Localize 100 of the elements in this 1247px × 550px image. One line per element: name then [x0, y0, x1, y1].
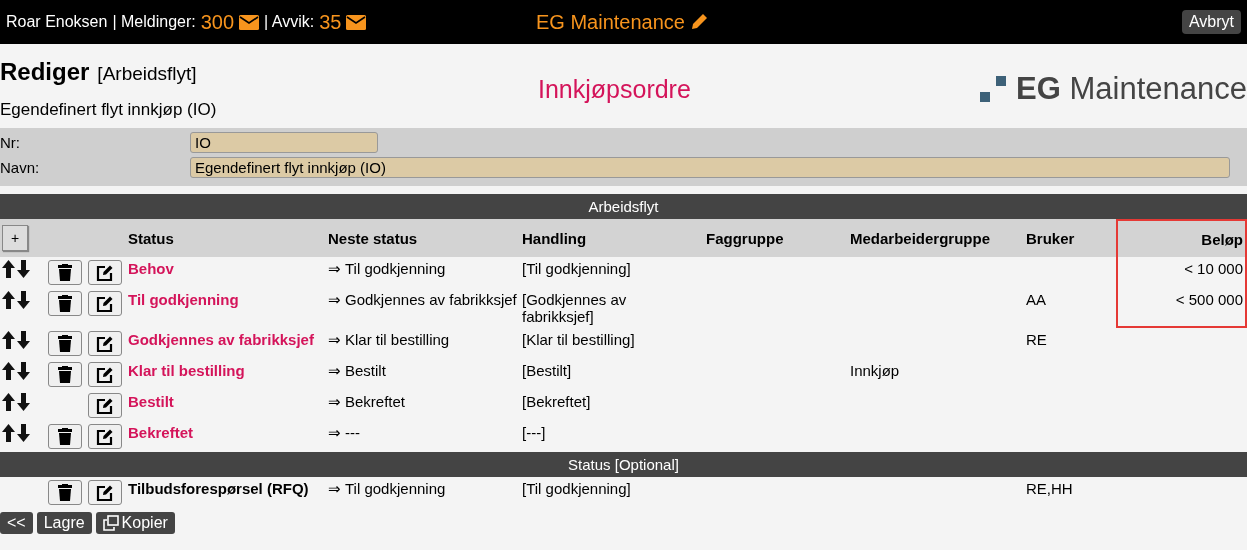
- up-arrow-icon[interactable]: [2, 362, 15, 380]
- back-button[interactable]: <<: [0, 512, 33, 534]
- status-link[interactable]: Behov: [128, 260, 174, 277]
- copy-icon: [102, 515, 119, 531]
- table-cell: [---]: [522, 424, 546, 441]
- up-arrow-icon[interactable]: [2, 260, 15, 278]
- delete-button[interactable]: [48, 480, 82, 505]
- table-cell: [Til godkjenning]: [522, 260, 631, 277]
- arrow-symbol: ⇒: [328, 331, 341, 349]
- page-title: Rediger: [0, 58, 90, 86]
- table-cell: [Bestilt]: [522, 362, 572, 379]
- edit-icon: [96, 483, 114, 502]
- column-header: Status: [128, 229, 174, 247]
- logo-text: EG Maintenance: [1016, 71, 1247, 107]
- up-arrow-icon[interactable]: [2, 291, 15, 309]
- edit-icon: [96, 263, 114, 282]
- column-header: Bruker: [1026, 229, 1075, 247]
- delete-button[interactable]: [48, 331, 82, 356]
- column-header: Beløp: [1201, 230, 1243, 248]
- up-arrow-icon[interactable]: [2, 424, 15, 442]
- delete-button[interactable]: [48, 291, 82, 316]
- status-link[interactable]: Klar til bestilling: [128, 362, 245, 379]
- table-cell: Til godkjenning: [345, 480, 446, 498]
- edit-button[interactable]: [88, 291, 122, 316]
- copy-button[interactable]: Kopier: [95, 512, 175, 534]
- counter-label: | Meldinger:: [112, 13, 196, 31]
- table-cell: Klar til bestilling: [345, 331, 450, 349]
- section-header: Status [Optional]: [0, 452, 1247, 477]
- arrow-symbol: ⇒: [328, 393, 341, 411]
- status-link[interactable]: Til godkjenning: [128, 291, 239, 308]
- table-cell: Bestilt: [345, 362, 386, 380]
- save-button[interactable]: Lagre: [36, 512, 92, 534]
- table-cell: Innkjøp: [850, 362, 900, 379]
- down-arrow-icon[interactable]: [17, 260, 30, 278]
- counter-label: | Avvik:: [264, 13, 315, 31]
- table-cell: [Til godkjenning]: [522, 480, 631, 497]
- delete-button[interactable]: [48, 260, 82, 285]
- down-arrow-icon[interactable]: [17, 362, 30, 380]
- cancel-button[interactable]: Avbryt: [1181, 10, 1241, 34]
- edit-button[interactable]: [88, 362, 122, 387]
- column-header: Medarbeidergruppe: [850, 229, 991, 247]
- description: Egendefinert flyt innkjøp (IO): [0, 100, 218, 120]
- status-link[interactable]: Bekreftet: [128, 424, 194, 441]
- table-cell: RE: [1026, 331, 1047, 348]
- up-arrow-icon[interactable]: [2, 393, 15, 411]
- status-link[interactable]: Bestilt: [128, 393, 174, 410]
- edit-icon: [96, 427, 114, 446]
- table-cell: AA: [1026, 291, 1046, 308]
- arrow-symbol: ⇒: [328, 480, 341, 498]
- edit-icon: [96, 294, 114, 313]
- column-header: Neste status: [328, 229, 418, 247]
- app-title: EG Maintenance: [536, 10, 685, 34]
- delete-button[interactable]: [48, 362, 82, 387]
- down-arrow-icon[interactable]: [17, 393, 30, 411]
- edit-button[interactable]: [88, 393, 122, 418]
- table-cell: RE,HH: [1026, 480, 1073, 497]
- envelope-icon: [239, 14, 260, 30]
- delete-button[interactable]: [48, 424, 82, 449]
- edit-button[interactable]: [88, 260, 122, 285]
- down-arrow-icon[interactable]: [17, 424, 30, 442]
- table-cell: < 500 000: [1175, 291, 1243, 308]
- table-cell: [Klar til bestilling]: [522, 331, 635, 348]
- edit-button[interactable]: [88, 424, 122, 449]
- pencil-icon: [689, 12, 709, 32]
- status-link[interactable]: Godkjennes av fabrikksjef: [128, 331, 314, 348]
- counter-value[interactable]: 35: [319, 10, 342, 34]
- trash-icon: [58, 428, 72, 445]
- edit-button[interactable]: [88, 480, 122, 505]
- status-link[interactable]: Tilbudsforespørsel (RFQ): [128, 480, 309, 497]
- text-field[interactable]: IO: [190, 132, 378, 153]
- trash-icon: [58, 366, 72, 383]
- envelope-icon: [346, 14, 367, 30]
- add-button[interactable]: +: [2, 225, 28, 251]
- counter-value[interactable]: 300: [200, 10, 235, 34]
- table-cell: < 10 000: [1184, 260, 1243, 277]
- column-header: Faggruppe: [706, 229, 784, 247]
- table-cell: Til godkjenning: [345, 260, 446, 278]
- down-arrow-icon[interactable]: [17, 291, 30, 309]
- trash-icon: [58, 295, 72, 312]
- trash-icon: [58, 264, 72, 281]
- table-cell: Godkjennes av fabrikksjef: [345, 291, 517, 309]
- edit-icon: [96, 334, 114, 353]
- up-arrow-icon[interactable]: [2, 331, 15, 349]
- field-label: Navn:: [0, 159, 41, 176]
- edit-icon: [96, 365, 114, 384]
- table-cell: [Godkjennes av fabrikksjef]: [522, 291, 627, 325]
- arrow-symbol: ⇒: [328, 362, 341, 380]
- text-field[interactable]: Egendefinert flyt innkjøp (IO): [190, 157, 1230, 178]
- edit-button[interactable]: [88, 331, 122, 356]
- arrow-symbol: ⇒: [328, 291, 341, 309]
- column-header: Handling: [522, 229, 587, 247]
- logo-icon: [980, 76, 1007, 102]
- trash-icon: [58, 484, 72, 501]
- section-header: Arbeidsflyt: [0, 194, 1247, 219]
- arrow-symbol: ⇒: [328, 260, 341, 278]
- table-cell: [Bekreftet]: [522, 393, 591, 410]
- center-title: Innkjøpsordre: [537, 74, 692, 104]
- table-cell: ---: [345, 424, 360, 442]
- arrow-symbol: ⇒: [328, 424, 341, 442]
- down-arrow-icon[interactable]: [17, 331, 30, 349]
